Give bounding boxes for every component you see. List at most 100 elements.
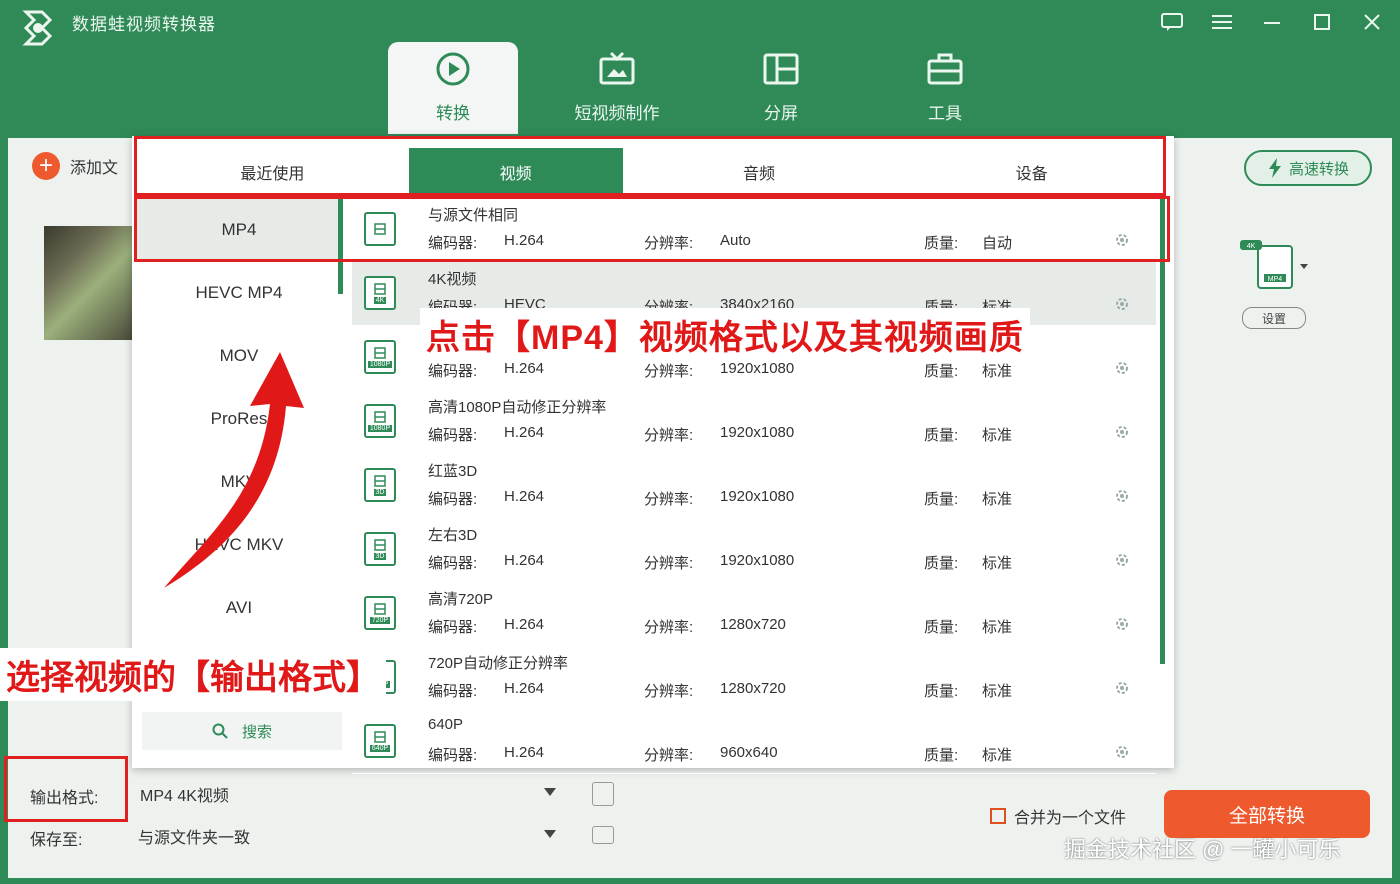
quality-value: 标准 bbox=[982, 491, 1013, 508]
quality-label: 质量: bbox=[924, 619, 959, 636]
chevron-down-icon bbox=[544, 830, 556, 838]
gear-icon[interactable] bbox=[1114, 296, 1130, 312]
preset-row[interactable]: 1080P 高清1080P自动修正分辨率 编码器: H.264 分辨率: 1920x108… bbox=[352, 390, 1156, 454]
save-to-value: 与源文件夹一致 bbox=[138, 830, 251, 847]
preset-list-scrollbar[interactable] bbox=[1160, 198, 1165, 664]
minimize-icon[interactable] bbox=[1258, 8, 1286, 36]
tabs-highlight-box bbox=[134, 136, 1166, 196]
encoder-label: 编码器: bbox=[428, 427, 478, 444]
tab-short-video[interactable]: 短视频制作 bbox=[552, 42, 682, 134]
gear-icon[interactable] bbox=[1114, 424, 1130, 440]
tab-convert-label: 转换 bbox=[436, 104, 470, 123]
resolution-label: 分辨率: bbox=[644, 619, 694, 636]
folder-icon[interactable] bbox=[592, 826, 614, 844]
red-arrow-icon bbox=[164, 352, 304, 588]
convert-all-button[interactable]: 全部转换 bbox=[1164, 790, 1370, 838]
gear-icon[interactable] bbox=[1114, 488, 1130, 504]
video-file-icon: 1080P bbox=[364, 340, 396, 374]
menu-icon[interactable] bbox=[1208, 8, 1236, 36]
quality-value: 标准 bbox=[982, 619, 1013, 636]
preset-tag: 720P bbox=[369, 616, 391, 624]
resolution-value: 1280x720 bbox=[720, 616, 786, 633]
resolution-label: 分辨率: bbox=[644, 427, 694, 444]
add-file-label: 添加文 bbox=[70, 160, 119, 177]
quality-label: 质量: bbox=[924, 363, 959, 380]
quality-label: 质量: bbox=[924, 555, 959, 572]
tab-tools-label: 工具 bbox=[928, 104, 962, 123]
sidebar-item-hevc-mp4[interactable]: HEVC MP4 bbox=[136, 261, 342, 324]
output-format-select[interactable]: MP4 4K视频 bbox=[134, 778, 570, 810]
preset-name: 高清720P bbox=[428, 591, 494, 608]
preset-tag: 640P bbox=[369, 744, 391, 752]
annotation-choose-output: 选择视频的【输出格式】 bbox=[0, 648, 386, 701]
tab-convert[interactable]: 转换 bbox=[388, 42, 518, 134]
resolution-value: 1920x1080 bbox=[720, 424, 795, 441]
preset-tag: 3D bbox=[373, 488, 387, 496]
format-settings-icon[interactable] bbox=[592, 782, 614, 806]
video-file-icon: 1080P bbox=[364, 404, 396, 438]
search-icon bbox=[212, 723, 228, 739]
tab-short-video-label: 短视频制作 bbox=[574, 104, 660, 123]
gear-icon[interactable] bbox=[1114, 680, 1130, 696]
encoder-value: H.264 bbox=[504, 616, 545, 633]
add-file-button[interactable]: + 添加文 bbox=[32, 152, 118, 180]
search-label: 搜索 bbox=[241, 723, 272, 741]
output-format-badge[interactable]: 4K MP4 bbox=[1240, 240, 1310, 297]
gear-icon[interactable] bbox=[1114, 616, 1130, 632]
resolution-value: 1920x1080 bbox=[720, 552, 795, 569]
video-file-icon: 3D bbox=[364, 532, 396, 566]
tv-icon bbox=[599, 51, 635, 85]
tab-tools[interactable]: 工具 bbox=[880, 42, 1010, 134]
format-search-button[interactable]: 搜索 bbox=[142, 712, 342, 750]
fast-convert-button[interactable]: 高速转换 bbox=[1244, 150, 1372, 186]
resolution-label: 分辨率: bbox=[644, 555, 694, 572]
gear-icon[interactable] bbox=[1114, 744, 1130, 760]
plus-icon: + bbox=[32, 152, 60, 180]
tab-split-screen-label: 分屏 bbox=[764, 104, 798, 123]
save-to-select[interactable]: 与源文件夹一致 bbox=[134, 820, 570, 852]
preset-tag: 4K bbox=[373, 296, 387, 304]
encoder-value: H.264 bbox=[504, 360, 545, 377]
encoder-label: 编码器: bbox=[428, 747, 478, 764]
app-logo-icon bbox=[22, 10, 53, 46]
gear-icon[interactable] bbox=[1114, 552, 1130, 568]
preset-row[interactable]: 3D 左右3D 编码器: H.264 分辨率: 1920x1080 质量: 标准 bbox=[352, 518, 1156, 582]
tab-split-screen[interactable]: 分屏 bbox=[716, 42, 846, 134]
close-icon[interactable] bbox=[1358, 8, 1386, 36]
annotation-click-mp4: 点击【MP4】视频格式以及其视频画质 bbox=[420, 308, 1030, 361]
preset-name: 640P bbox=[428, 716, 464, 733]
feedback-icon[interactable] bbox=[1158, 8, 1186, 36]
resolution-label: 分辨率: bbox=[644, 683, 694, 700]
merge-checkbox[interactable]: 合并为一个文件 bbox=[990, 804, 1126, 828]
video-file-icon: 720P bbox=[364, 596, 396, 630]
resolution-value: 960x640 bbox=[720, 744, 778, 761]
lightning-icon bbox=[1268, 158, 1281, 178]
video-thumbnail[interactable] bbox=[44, 226, 132, 340]
fast-convert-label: 高速转换 bbox=[1288, 160, 1349, 178]
resolution-value: 1920x1080 bbox=[720, 488, 795, 505]
quality-value: 标准 bbox=[982, 555, 1013, 572]
resolution-label: 分辨率: bbox=[644, 747, 694, 764]
video-file-icon: 3D bbox=[364, 468, 396, 502]
toolbox-icon bbox=[927, 53, 963, 85]
quality-label: 质量: bbox=[924, 683, 959, 700]
settings-button[interactable]: 设置 bbox=[1242, 307, 1306, 329]
preset-row[interactable]: 720P720P自动修正分辨率编码器:H.264分辨率:1280x720质量:标… bbox=[352, 646, 1156, 710]
preset-row[interactable]: 720P 高清720P 编码器: H.264 分辨率: 1280x720 质量: 标准 bbox=[352, 582, 1156, 646]
encoder-value: H.264 bbox=[504, 488, 545, 505]
encoder-label: 编码器: bbox=[428, 491, 478, 508]
title-bar: 数据蛙视频转换器 转换 短视频制作 分屏 工具 bbox=[0, 0, 1400, 138]
merge-label: 合并为一个文件 bbox=[1014, 810, 1127, 827]
preset-row[interactable]: 3D 红蓝3D 编码器: H.264 分辨率: 1920x1080 质量: 标准 bbox=[352, 454, 1156, 518]
quality-value: 标准 bbox=[982, 747, 1013, 764]
maximize-icon[interactable] bbox=[1308, 8, 1336, 36]
output-format-value: MP4 4K视频 bbox=[140, 788, 229, 805]
encoder-value: H.264 bbox=[504, 424, 545, 441]
preset-tag: 1080P bbox=[367, 360, 393, 368]
quality-label: 质量: bbox=[924, 427, 959, 444]
encoder-value: H.264 bbox=[504, 744, 545, 761]
split-screen-icon bbox=[763, 53, 799, 85]
preset-row[interactable]: 640P 640P 编码器: H.264 分辨率: 960x640 质量: 标准 bbox=[352, 710, 1156, 774]
checkbox-icon[interactable] bbox=[990, 808, 1006, 824]
gear-icon[interactable] bbox=[1114, 360, 1130, 376]
